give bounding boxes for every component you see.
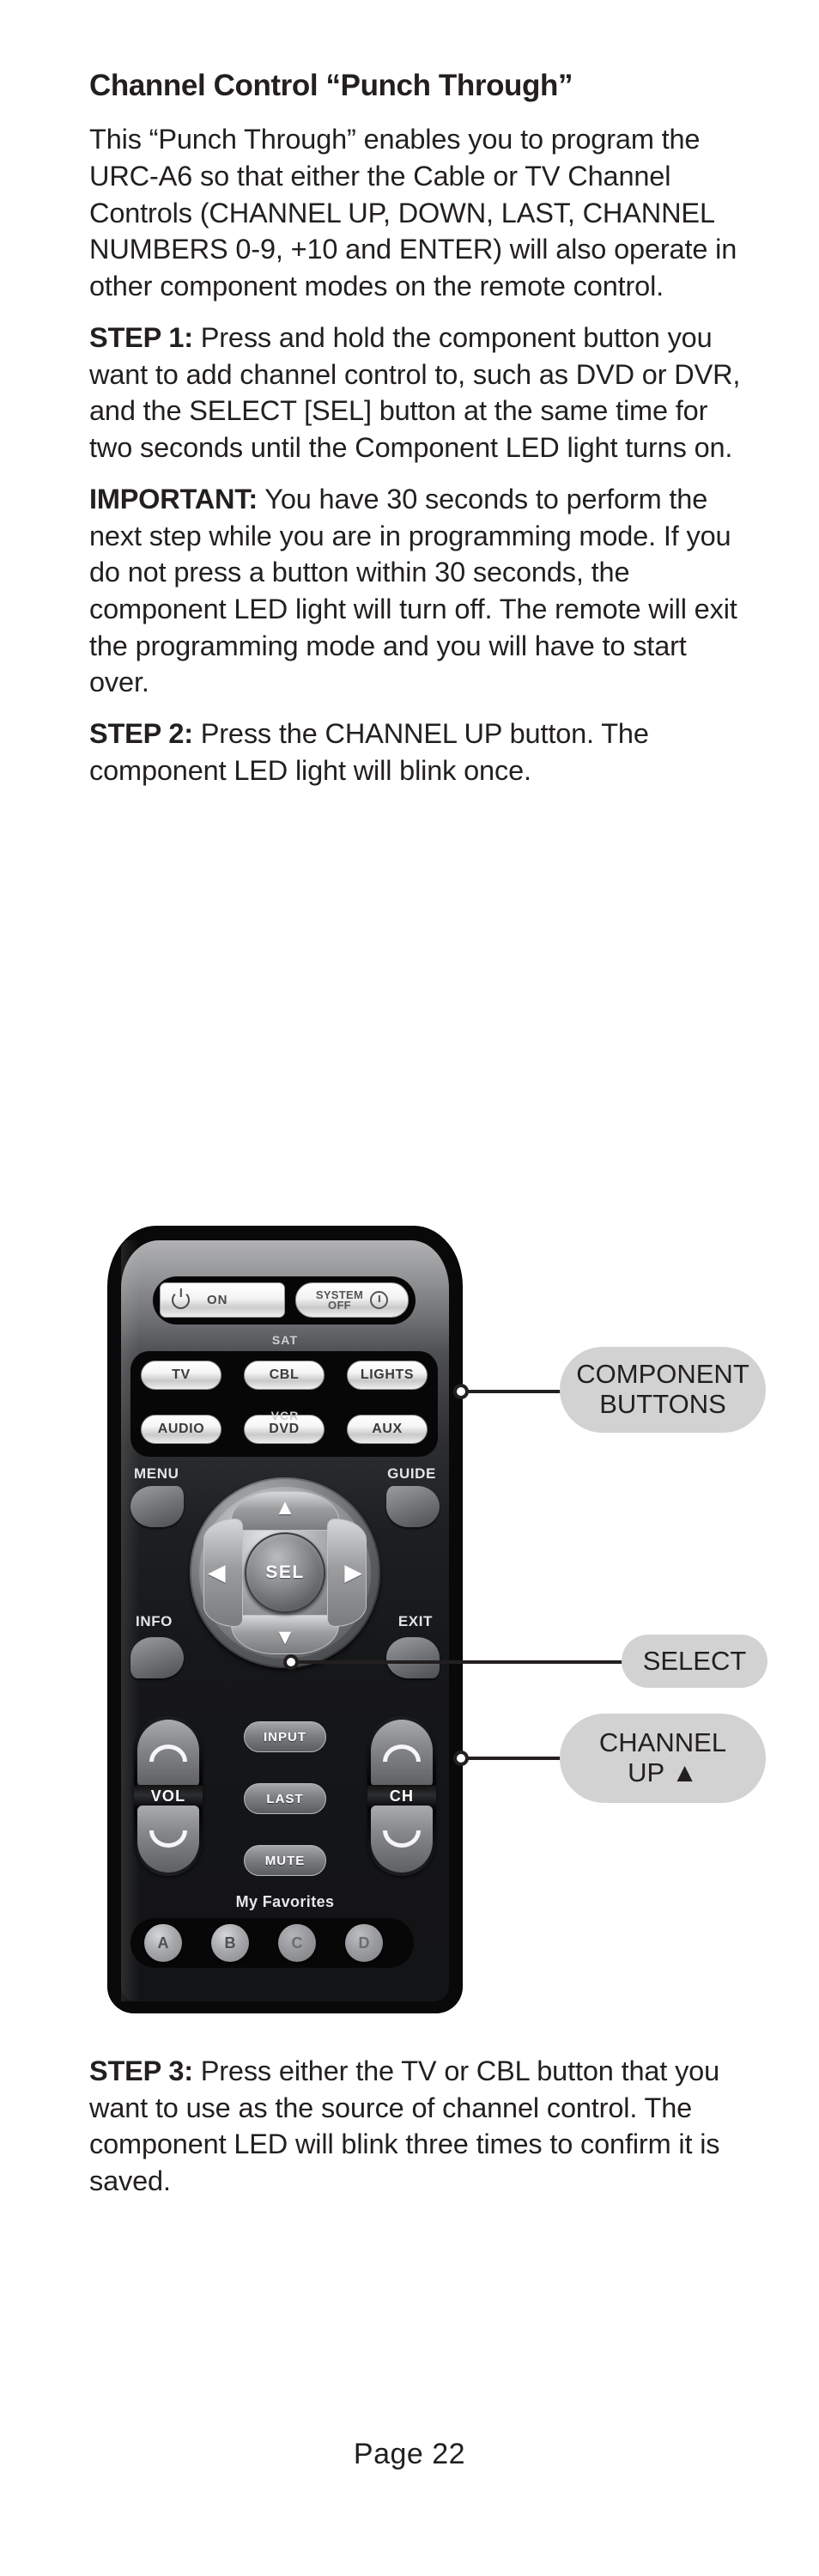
volume-rocker: VOL xyxy=(134,1716,203,1876)
article-content: Channel Control “Punch Through” This “Pu… xyxy=(89,0,750,789)
favorite-a-button[interactable]: A xyxy=(144,1924,182,1962)
channel-rocker: CH xyxy=(367,1716,436,1876)
page-number: Page 22 xyxy=(353,2438,466,2470)
system-off-button[interactable]: SYSTEM OFF xyxy=(295,1282,409,1318)
favorite-d-button[interactable]: D xyxy=(345,1924,383,1962)
system-off-label: SYSTEM OFF xyxy=(316,1289,363,1312)
dpad-up-button[interactable]: ▲ xyxy=(231,1491,339,1531)
favorites-pod: A B C D xyxy=(130,1918,414,1968)
callout-dot-component xyxy=(453,1384,469,1399)
step2-lead: STEP 2: xyxy=(89,718,193,750)
channel-down-button[interactable] xyxy=(371,1806,433,1873)
vcr-label: VCR xyxy=(270,1409,300,1422)
arc-down-icon xyxy=(383,1830,421,1848)
paragraph-intro: This “Punch Through” enables you to prog… xyxy=(89,121,750,305)
system-off-line2: OFF xyxy=(328,1298,351,1312)
dpad-right-button[interactable]: ▶ xyxy=(327,1519,367,1627)
power-off-icon xyxy=(370,1291,389,1309)
my-favorites-label: My Favorites xyxy=(235,1893,335,1910)
remote-control-illustration: ON SYSTEM OFF SAT TV CBL LIGHTS AUDIO DV… xyxy=(108,1227,462,2013)
on-button[interactable]: ON xyxy=(160,1282,285,1318)
important-text: You have 30 seconds to perform the next … xyxy=(89,483,737,698)
article-content-lower: STEP 3: Press either the TV or CBL butto… xyxy=(89,2053,750,2200)
paragraph-step1: STEP 1: Press and hold the component but… xyxy=(89,320,750,466)
select-button-label: SEL xyxy=(265,1562,305,1582)
last-button[interactable]: LAST xyxy=(244,1783,326,1814)
page-canvas: Channel Control “Punch Through” This “Pu… xyxy=(0,0,819,2576)
paragraph-important: IMPORTANT: You have 30 seconds to perfor… xyxy=(89,481,750,701)
lights-button[interactable]: LIGHTS xyxy=(347,1361,428,1390)
arc-up-icon xyxy=(383,1745,421,1762)
chevron-left-icon: ◀ xyxy=(209,1560,226,1585)
power-button-pod: ON SYSTEM OFF xyxy=(153,1276,416,1325)
guide-label: GUIDE xyxy=(387,1465,436,1482)
exit-button[interactable] xyxy=(386,1637,440,1678)
ch-label: CH xyxy=(367,1785,436,1807)
callout-leader-component xyxy=(458,1390,567,1393)
menu-button[interactable] xyxy=(130,1486,184,1527)
callout-dot-select xyxy=(283,1654,299,1670)
info-label: INFO xyxy=(136,1613,173,1629)
guide-button[interactable] xyxy=(386,1486,440,1527)
paragraph-step2: STEP 2: Press the CHANNEL UP button. The… xyxy=(89,716,750,789)
tv-button[interactable]: TV xyxy=(141,1361,221,1390)
important-lead: IMPORTANT: xyxy=(89,483,258,515)
chevron-down-icon: ▼ xyxy=(274,1625,296,1649)
menu-label: MENU xyxy=(134,1465,179,1482)
step3-lead: STEP 3: xyxy=(89,2055,193,2086)
dpad-left-button[interactable]: ◀ xyxy=(203,1519,243,1627)
callout-component-line1: COMPONENT xyxy=(576,1359,749,1390)
arc-down-icon xyxy=(149,1830,187,1848)
volume-down-button[interactable] xyxy=(137,1806,199,1873)
callout-select-line1: SELECT xyxy=(642,1645,747,1676)
callout-select: SELECT xyxy=(622,1635,767,1688)
callout-leader-select xyxy=(290,1660,625,1664)
on-button-label: ON xyxy=(207,1293,228,1307)
callout-channel-up: CHANNEL UP ▲ xyxy=(560,1714,766,1803)
favorite-c-button[interactable]: C xyxy=(278,1924,316,1962)
volume-up-button[interactable] xyxy=(137,1720,199,1787)
arc-up-icon xyxy=(149,1745,187,1762)
exit-label: EXIT xyxy=(397,1613,433,1629)
vol-label: VOL xyxy=(134,1785,203,1807)
callout-dot-channel-up xyxy=(453,1751,469,1766)
callout-channel-up-line2: UP ▲ xyxy=(628,1757,698,1787)
select-button[interactable]: SEL xyxy=(245,1532,325,1613)
step1-lead: STEP 1: xyxy=(89,321,193,353)
mute-button[interactable]: MUTE xyxy=(244,1845,326,1876)
channel-up-button[interactable] xyxy=(371,1720,433,1787)
input-button[interactable]: INPUT xyxy=(244,1721,326,1752)
chevron-up-icon: ▲ xyxy=(274,1495,296,1519)
favorite-b-button[interactable]: B xyxy=(211,1924,249,1962)
paragraph-step3: STEP 3: Press either the TV or CBL butto… xyxy=(89,2053,750,2200)
paragraph-intro-text: This “Punch Through” enables you to prog… xyxy=(89,124,737,302)
navigation-dpad: ▲ ▼ ◀ ▶ SEL xyxy=(190,1477,380,1668)
component-button-pod: TV CBL LIGHTS AUDIO DVD AUX xyxy=(130,1351,438,1457)
chevron-right-icon: ▶ xyxy=(344,1560,361,1585)
page-title: Channel Control “Punch Through” xyxy=(89,69,573,102)
callout-leader-channel-up xyxy=(458,1757,567,1760)
callout-component-line2: BUTTONS xyxy=(599,1389,726,1419)
remote-control-figure: ON SYSTEM OFF SAT TV CBL LIGHTS AUDIO DV… xyxy=(0,1224,819,2014)
cbl-button[interactable]: CBL xyxy=(244,1361,325,1390)
callout-channel-up-line1: CHANNEL xyxy=(598,1727,727,1758)
sat-label: SAT xyxy=(271,1333,299,1347)
callout-component-buttons: COMPONENT BUTTONS xyxy=(560,1347,766,1433)
info-button[interactable] xyxy=(130,1637,184,1678)
power-icon xyxy=(172,1291,190,1309)
